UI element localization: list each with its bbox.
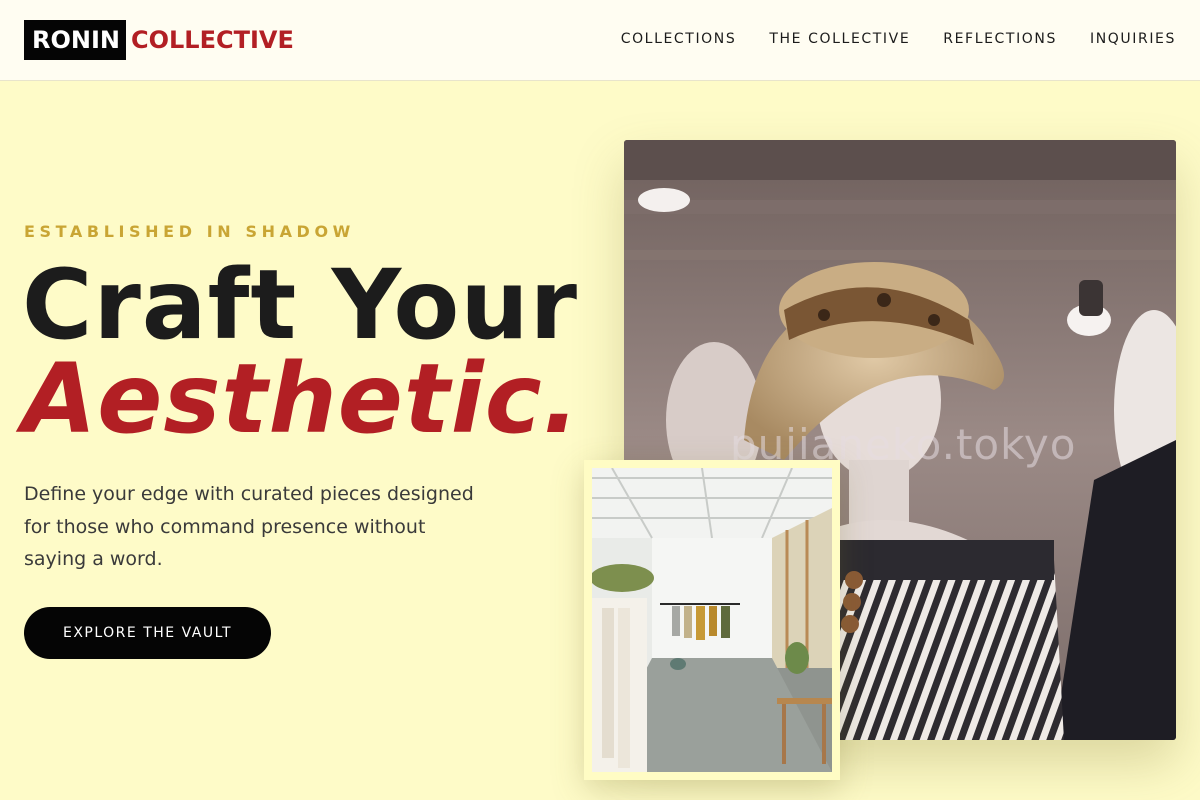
boutique-interior-image: [592, 468, 832, 772]
logo-wordmark-rest: COLLECTIVE: [130, 26, 294, 54]
hero-headline: Craft Your Aesthetic.: [22, 249, 581, 455]
hero-inset-photo: [584, 460, 840, 780]
nav-the-collective[interactable]: THE COLLECTIVE: [769, 31, 910, 47]
nav-reflections[interactable]: REFLECTIONS: [943, 31, 1057, 47]
logo-wordmark-box: RONIN: [24, 20, 126, 60]
main-nav: COLLECTIONS THE COLLECTIVE REFLECTIONS I…: [621, 31, 1176, 47]
headline-line-1: Craft Your: [22, 249, 578, 361]
hero-eyebrow: ESTABLISHED IN SHADOW: [24, 222, 355, 241]
hero-lede: Define your edge with curated pieces des…: [24, 483, 474, 570]
headline-line-2: Aesthetic.: [22, 343, 581, 455]
site-logo[interactable]: RONIN COLLECTIVE: [24, 20, 294, 60]
explore-vault-button[interactable]: EXPLORE THE VAULT: [24, 607, 271, 659]
nav-collections[interactable]: COLLECTIONS: [621, 31, 737, 47]
site-header: RONIN COLLECTIVE COLLECTIONS THE COLLECT…: [0, 0, 1200, 81]
nav-inquiries[interactable]: INQUIRIES: [1090, 31, 1176, 47]
